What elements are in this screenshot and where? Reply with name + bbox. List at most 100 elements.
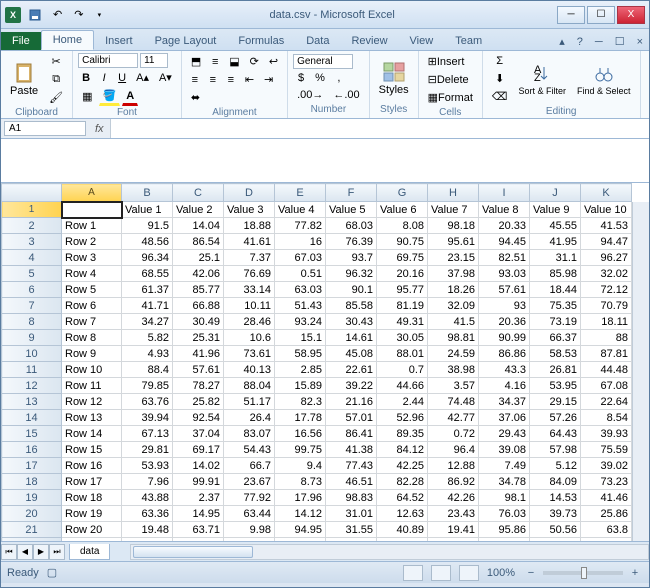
cell[interactable]: 63.03: [275, 282, 326, 298]
italic-button[interactable]: I: [96, 70, 112, 86]
sort-filter-button[interactable]: AZ Sort & Filter: [514, 61, 570, 98]
cell[interactable]: 63.71: [173, 522, 224, 538]
cell[interactable]: 98.1: [479, 490, 530, 506]
cell[interactable]: 30.05: [377, 330, 428, 346]
zoom-out-button[interactable]: −: [523, 565, 539, 581]
cell[interactable]: Row 20: [62, 522, 122, 538]
fill-color-icon[interactable]: 🪣: [99, 87, 121, 106]
cell[interactable]: 20.33: [479, 218, 530, 234]
cell[interactable]: 77.43: [326, 458, 377, 474]
cell[interactable]: 64.43: [530, 426, 581, 442]
cell[interactable]: [62, 538, 122, 542]
cell[interactable]: Row 5: [62, 282, 122, 298]
cell[interactable]: 25.31: [173, 330, 224, 346]
cell[interactable]: 2.85: [275, 362, 326, 378]
styles-button[interactable]: Styles: [375, 59, 413, 98]
decrease-indent-icon[interactable]: ⇤: [241, 71, 258, 88]
decrease-decimal-icon[interactable]: ←.00: [329, 87, 363, 103]
align-center-icon[interactable]: ≡: [205, 72, 221, 88]
align-middle-icon[interactable]: ≡: [207, 54, 223, 70]
borders-icon[interactable]: ▦: [78, 88, 96, 105]
align-left-icon[interactable]: ≡: [187, 72, 203, 88]
cell[interactable]: 16: [275, 234, 326, 250]
row-header-21[interactable]: 21: [2, 522, 62, 538]
cell[interactable]: 39.73: [530, 506, 581, 522]
cell[interactable]: Value 3: [224, 202, 275, 218]
formula-input[interactable]: [110, 119, 649, 138]
cell[interactable]: 41.96: [173, 346, 224, 362]
cell[interactable]: 91.5: [122, 218, 173, 234]
cell[interactable]: 95.77: [377, 282, 428, 298]
cell[interactable]: [173, 538, 224, 542]
cell[interactable]: 39.93: [581, 426, 632, 442]
cell[interactable]: 96.27: [581, 250, 632, 266]
cell[interactable]: 68.03: [326, 218, 377, 234]
cell[interactable]: 31.1: [530, 250, 581, 266]
cell[interactable]: 95.61: [428, 234, 479, 250]
cell[interactable]: 4.93: [122, 346, 173, 362]
tab-view[interactable]: View: [399, 32, 445, 50]
col-header-A[interactable]: A: [62, 184, 122, 202]
undo-icon[interactable]: ↶: [49, 6, 66, 23]
row-header-6[interactable]: 6: [2, 282, 62, 298]
cell[interactable]: Value 6: [377, 202, 428, 218]
cell[interactable]: Row 4: [62, 266, 122, 282]
cell[interactable]: 45.08: [326, 346, 377, 362]
cell[interactable]: 94.45: [479, 234, 530, 250]
insert-button[interactable]: ⊞ Insert: [424, 53, 469, 70]
cell[interactable]: 34.27: [122, 314, 173, 330]
col-header-C[interactable]: C: [173, 184, 224, 202]
cell[interactable]: 19.48: [122, 522, 173, 538]
cell[interactable]: 69.75: [377, 250, 428, 266]
cell[interactable]: 93: [479, 298, 530, 314]
cell[interactable]: 30.43: [326, 314, 377, 330]
cell[interactable]: 17.96: [275, 490, 326, 506]
cell[interactable]: 86.54: [173, 234, 224, 250]
cell[interactable]: 45.55: [530, 218, 581, 234]
cell[interactable]: 58.53: [530, 346, 581, 362]
cell[interactable]: [62, 202, 122, 218]
cell[interactable]: 93.7: [326, 250, 377, 266]
cell[interactable]: 99.91: [173, 474, 224, 490]
cell[interactable]: 43.88: [122, 490, 173, 506]
cell[interactable]: Row 3: [62, 250, 122, 266]
cell[interactable]: 88: [581, 330, 632, 346]
cell[interactable]: 99.75: [275, 442, 326, 458]
horizontal-scrollbar[interactable]: [130, 544, 649, 560]
cell[interactable]: 39.94: [122, 410, 173, 426]
sheet-nav-prev-icon[interactable]: ◀: [17, 544, 33, 560]
cell[interactable]: 66.37: [530, 330, 581, 346]
cell[interactable]: 76.39: [326, 234, 377, 250]
cell[interactable]: 41.53: [581, 218, 632, 234]
cell[interactable]: 79.85: [122, 378, 173, 394]
cell[interactable]: Row 11: [62, 378, 122, 394]
cell[interactable]: 37.06: [479, 410, 530, 426]
cell[interactable]: 22.64: [581, 394, 632, 410]
align-right-icon[interactable]: ≡: [223, 72, 239, 88]
cell[interactable]: 39.02: [581, 458, 632, 474]
font-name-select[interactable]: Calibri: [78, 53, 138, 68]
cell[interactable]: 48.56: [122, 234, 173, 250]
format-button[interactable]: ▦ Format: [424, 89, 477, 106]
view-normal-icon[interactable]: [403, 565, 423, 581]
cell[interactable]: 93.24: [275, 314, 326, 330]
cell[interactable]: 41.95: [530, 234, 581, 250]
cell[interactable]: 86.86: [479, 346, 530, 362]
cell[interactable]: 42.26: [428, 490, 479, 506]
comma-icon[interactable]: ,: [331, 70, 347, 86]
row-header-19[interactable]: 19: [2, 490, 62, 506]
cell[interactable]: 40.89: [377, 522, 428, 538]
cell[interactable]: 23.67: [224, 474, 275, 490]
cell[interactable]: 84.09: [530, 474, 581, 490]
cell[interactable]: 30.49: [173, 314, 224, 330]
autosum-icon[interactable]: Σ: [488, 53, 512, 69]
cell[interactable]: 7.49: [479, 458, 530, 474]
tab-insert[interactable]: Insert: [94, 32, 144, 50]
view-layout-icon[interactable]: [431, 565, 451, 581]
cell[interactable]: 57.61: [479, 282, 530, 298]
shrink-font-icon[interactable]: A▾: [155, 69, 176, 86]
cell[interactable]: 7.37: [224, 250, 275, 266]
cell[interactable]: 42.25: [377, 458, 428, 474]
cell[interactable]: 42.06: [173, 266, 224, 282]
cell[interactable]: 82.3: [275, 394, 326, 410]
